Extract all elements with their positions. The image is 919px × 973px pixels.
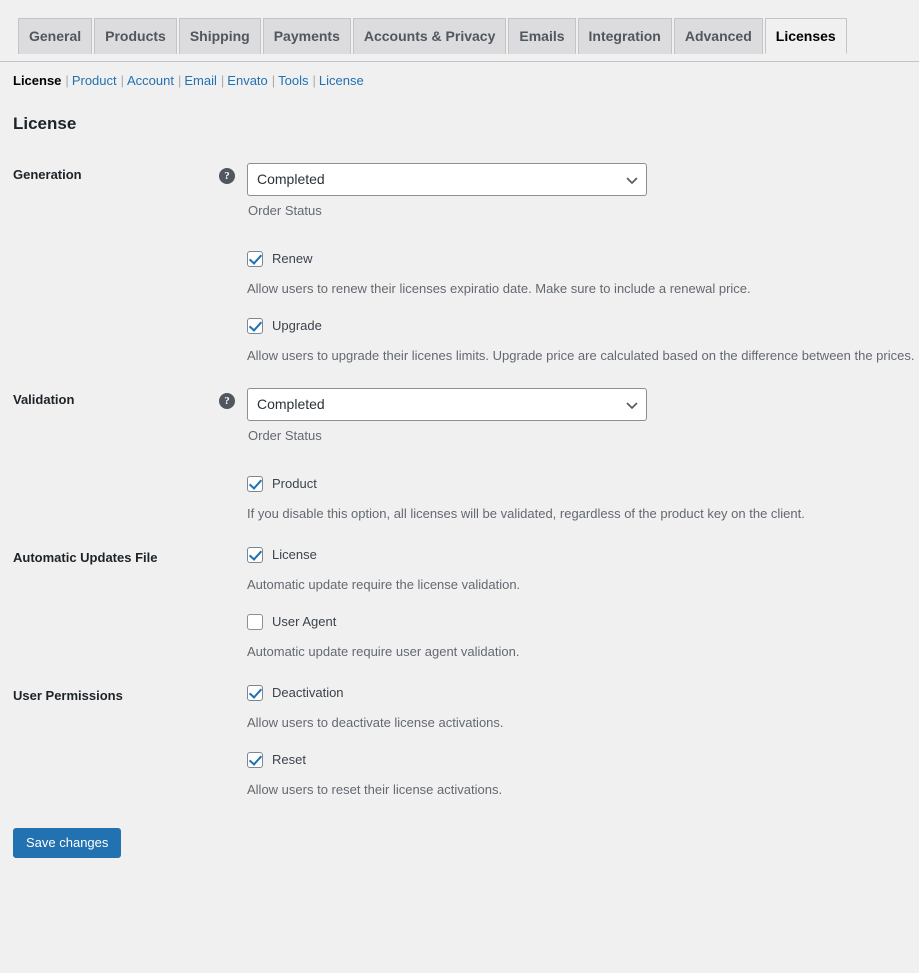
automatic-updates-license-block: License Automatic update require the lic…: [247, 546, 909, 595]
checkbox-label-user-agent[interactable]: User Agent: [272, 613, 336, 631]
row-label-automatic-updates-file: Automatic Updates File: [0, 536, 247, 674]
checkbox-deactivation[interactable]: [247, 685, 263, 701]
row-label-validation: Validation ?: [0, 378, 247, 536]
help-question-icon[interactable]: ?: [219, 168, 235, 184]
validation-order-status-select[interactable]: Completed: [247, 388, 647, 421]
sub-navigation: License | Product | Account | Email | Envato | Too…: [13, 71, 919, 91]
subnav-separator: |: [178, 73, 182, 88]
checkbox-label-license[interactable]: License: [272, 546, 317, 564]
subnav-separator: |: [65, 73, 69, 88]
generation-checkbox-group: Renew Allow users to renew their license…: [247, 250, 914, 366]
checkbox-renew[interactable]: [247, 251, 263, 267]
validation-select-description: Order Status: [248, 428, 322, 443]
checkbox-label-deactivation[interactable]: Deactivation: [272, 684, 344, 702]
label-text: Validation: [13, 392, 75, 407]
checkbox-row-reset[interactable]: Reset: [247, 751, 909, 769]
generation-renew-block: Renew Allow users to renew their license…: [247, 250, 909, 299]
tab-integration[interactable]: Integration: [577, 18, 672, 54]
checkbox-label-upgrade[interactable]: Upgrade: [272, 317, 322, 335]
subnav-item-license-2[interactable]: License: [319, 73, 364, 88]
user-permissions-reset-block: Reset Allow users to reset their license…: [247, 751, 909, 800]
subnav-item-account[interactable]: Account: [127, 73, 174, 88]
checkbox-row-user-agent[interactable]: User Agent: [247, 613, 909, 631]
page-title: License: [13, 114, 77, 133]
tab-emails[interactable]: Emails: [508, 18, 576, 54]
subnav-item-tools[interactable]: Tools: [278, 73, 308, 88]
checkbox-row-deactivation[interactable]: Deactivation: [247, 684, 909, 702]
checkbox-label-reset[interactable]: Reset: [272, 751, 306, 769]
subnav-item-email[interactable]: Email: [184, 73, 217, 88]
tab-shipping[interactable]: Shipping: [178, 18, 261, 54]
save-changes-button[interactable]: Save changes: [13, 828, 122, 858]
checkbox-description-deactivation: Allow users to deactivate license activa…: [247, 715, 504, 730]
validation-product-block: Product If you disable this option, all …: [247, 475, 909, 524]
settings-row-generation: Generation ? Completed Order Status Rene…: [0, 153, 919, 378]
tab-licenses[interactable]: Licenses: [764, 18, 847, 54]
checkbox-license[interactable]: [247, 547, 263, 563]
subnav-separator: |: [220, 73, 225, 88]
automatic-updates-checkbox-group: License Automatic update require the lic…: [247, 546, 909, 662]
tab-products[interactable]: Products: [94, 18, 177, 54]
checkbox-row-product[interactable]: Product: [247, 475, 909, 493]
generation-order-status-select-wrap: Completed: [247, 163, 647, 196]
row-label-user-permissions: User Permissions: [0, 674, 247, 812]
tab-accounts-privacy[interactable]: Accounts & Privacy: [352, 18, 507, 54]
checkbox-label-product[interactable]: Product: [272, 475, 317, 493]
validation-order-status-select-wrap: Completed: [247, 388, 647, 421]
row-field-user-permissions: Deactivation Allow users to deactivate l…: [247, 674, 919, 812]
user-permissions-checkbox-group: Deactivation Allow users to deactivate l…: [247, 684, 909, 800]
row-field-generation: Completed Order Status Renew Allow users…: [247, 153, 919, 378]
subnav-item-product[interactable]: Product: [72, 73, 117, 88]
checkbox-description-upgrade: Allow users to upgrade their licenes lim…: [247, 348, 915, 363]
tab-payments[interactable]: Payments: [262, 18, 351, 54]
tab-general[interactable]: General: [18, 18, 93, 54]
checkbox-row-license[interactable]: License: [247, 546, 909, 564]
checkbox-upgrade[interactable]: [247, 318, 263, 334]
validation-checkbox-group: Product If you disable this option, all …: [247, 475, 909, 524]
checkbox-row-renew[interactable]: Renew: [247, 250, 909, 268]
generation-upgrade-block: Upgrade Allow users to upgrade their lic…: [247, 317, 914, 366]
checkbox-description-product: If you disable this option, all licenses…: [247, 506, 805, 521]
label-text: Automatic Updates File: [13, 550, 158, 565]
row-field-automatic-updates-file: License Automatic update require the lic…: [247, 536, 919, 674]
settings-row-user-permissions: User Permissions Deactivation Allow user…: [0, 674, 919, 812]
subnav-separator: |: [271, 73, 276, 88]
checkbox-label-renew[interactable]: Renew: [272, 250, 312, 268]
checkbox-description-reset: Allow users to reset their license activ…: [247, 782, 503, 797]
subnav-separator: |: [312, 73, 316, 88]
checkbox-description-user-agent: Automatic update require user agent vali…: [247, 644, 520, 659]
checkbox-user-agent[interactable]: [247, 614, 263, 630]
settings-row-validation: Validation ? Completed Order Status Prod…: [0, 378, 919, 536]
checkbox-description-renew: Allow users to renew their licenses expi…: [247, 281, 751, 296]
label-text: User Permissions: [13, 688, 123, 703]
tab-advanced[interactable]: Advanced: [673, 18, 763, 54]
settings-tab-bar: General Products Shipping Payments Accounts …: [0, 0, 919, 62]
label-text: Generation: [13, 167, 82, 182]
checkbox-reset[interactable]: [247, 752, 263, 768]
help-question-icon[interactable]: ?: [219, 393, 235, 409]
settings-row-automatic-updates-file: Automatic Updates File License Automatic…: [0, 536, 919, 674]
settings-form-table: Generation ? Completed Order Status Rene…: [0, 153, 919, 812]
generation-select-description: Order Status: [248, 203, 322, 218]
checkbox-description-license: Automatic update require the license val…: [247, 577, 521, 592]
user-permissions-deactivation-block: Deactivation Allow users to deactivate l…: [247, 684, 909, 733]
row-label-generation: Generation ?: [0, 153, 247, 378]
form-submit-row: Save changes: [0, 812, 919, 858]
generation-order-status-select[interactable]: Completed: [247, 163, 647, 196]
subnav-item-license[interactable]: License: [13, 73, 61, 88]
subnav-separator: |: [120, 73, 125, 88]
row-field-validation: Completed Order Status Product If you di…: [247, 378, 919, 536]
subnav-item-envato[interactable]: Envato: [227, 73, 267, 88]
checkbox-row-upgrade[interactable]: Upgrade: [247, 317, 909, 335]
automatic-updates-user-agent-block: User Agent Automatic update require user…: [247, 613, 909, 662]
checkbox-product[interactable]: [247, 476, 263, 492]
